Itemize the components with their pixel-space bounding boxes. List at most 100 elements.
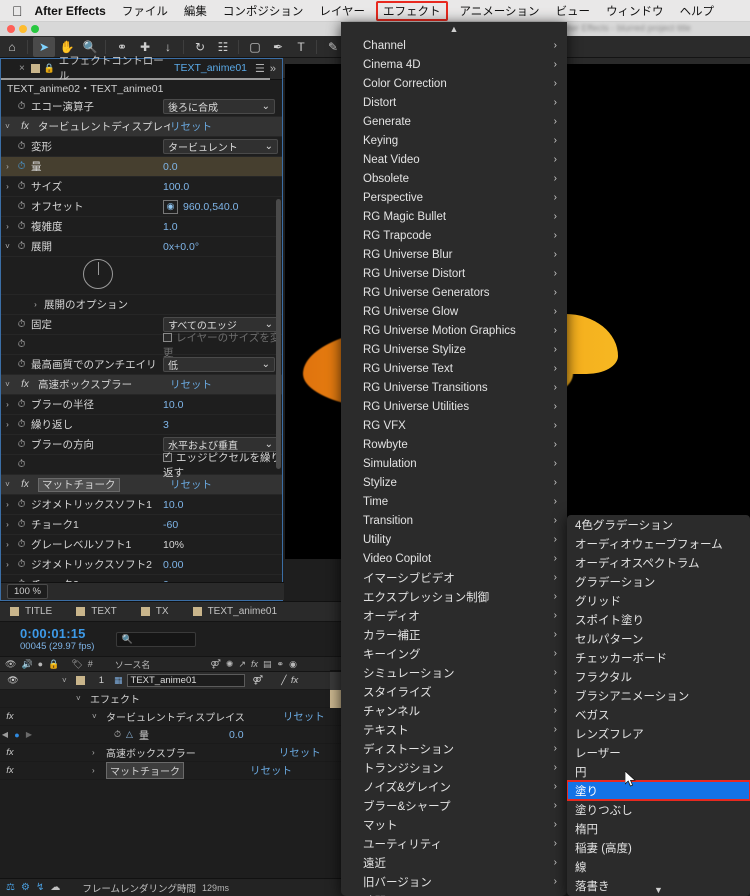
menu-view[interactable]: ビュー <box>556 3 591 19</box>
effects-menu-item[interactable]: RG VFX › <box>341 416 567 435</box>
apple-logo-icon[interactable]:  <box>12 4 23 18</box>
param-value[interactable]: 3 <box>163 419 169 431</box>
checkbox-icon[interactable] <box>163 332 172 342</box>
draw-submenu[interactable]: 4色グラデーション オーディオウェーブフォーム オーディオスペクトラム グラデーション… <box>567 515 750 896</box>
effect-name[interactable]: マットチョーク <box>106 762 184 779</box>
fx-icon[interactable]: fx <box>287 675 303 686</box>
effect-header-row[interactable]: ˅ fx 高速ボックスブラー リセット <box>1 375 282 395</box>
panel-menu-icon[interactable]: ☰ <box>255 62 265 75</box>
param-row[interactable]: › ⏱ 繰り返し 3 <box>1 415 282 435</box>
minimize-window-button[interactable] <box>19 25 27 33</box>
effects-menu-item[interactable]: RG Universe Blur › <box>341 245 567 264</box>
effect-header-row[interactable]: ˅ fx タービュレントディスプレイス リセット <box>1 117 282 137</box>
param-row[interactable]: ⏱ 最高画質でのアンチエイリ 低 ⌄ <box>1 355 282 375</box>
tab-tx[interactable]: TX <box>131 606 183 617</box>
maximize-window-button[interactable] <box>31 25 39 33</box>
stopwatch-icon[interactable]: ⏱ <box>14 319 29 330</box>
effects-menu-item[interactable]: カラー補正 › <box>341 625 567 644</box>
disclosure-arrow[interactable]: › <box>1 560 14 569</box>
stopwatch-icon[interactable]: ⏱ <box>14 101 29 112</box>
param-row[interactable]: ⏱ エッジピクセルを繰り返す <box>1 450 282 479</box>
stopwatch-icon[interactable]: ⏱ <box>114 729 121 740</box>
menu-animation[interactable]: アニメーション <box>460 3 540 19</box>
effects-menu-item[interactable]: Utility › <box>341 530 567 549</box>
effects-menu-item[interactable]: キーイング › <box>341 644 567 663</box>
reset-link[interactable]: リセット <box>170 477 212 492</box>
stopwatch-icon[interactable]: ⏱ <box>14 181 29 192</box>
double-chevron-icon[interactable]: » <box>270 63 282 75</box>
effects-menu-item[interactable]: RG Universe Transitions › <box>341 378 567 397</box>
stopwatch-icon[interactable]: ⏱ <box>14 559 29 570</box>
effects-menu-item[interactable]: イマーシブビデオ › <box>341 568 567 587</box>
search-input[interactable]: 🔍 <box>116 631 197 647</box>
graph-editor-icon[interactable]: ↯ <box>36 882 44 893</box>
disclosure-arrow[interactable]: › <box>1 182 14 191</box>
effects-menu-item[interactable]: シミュレーション › <box>341 663 567 682</box>
stopwatch-icon[interactable]: ⏱ <box>14 459 29 470</box>
text-tool-icon[interactable]: T <box>290 37 312 57</box>
param-value[interactable]: -60 <box>163 519 178 531</box>
reset-link[interactable]: リセット <box>170 377 212 392</box>
effects-menu-item[interactable]: RG Universe Distort › <box>341 264 567 283</box>
stopwatch-icon[interactable]: ⏱ <box>14 141 29 152</box>
stopwatch-icon[interactable]: ⏱ <box>14 439 29 450</box>
effects-menu-item[interactable]: ディストーション › <box>341 739 567 758</box>
checkbox-icon[interactable] <box>163 450 172 462</box>
draw-submenu-item[interactable]: セルパターン <box>567 629 750 648</box>
audio-icon[interactable]: 🔊 <box>21 659 32 670</box>
menu-window[interactable]: ウィンドウ <box>606 3 664 19</box>
scrollbar-thumb[interactable] <box>276 199 281 469</box>
menu-layer[interactable]: レイヤー <box>319 3 365 19</box>
param-value[interactable]: 10.0 <box>163 399 183 411</box>
effect-name[interactable]: マットチョーク <box>38 478 120 492</box>
effects-menu-item[interactable]: ユーティリティ › <box>341 834 567 853</box>
timecode-block[interactable]: 0:00:01:15 00045 (29.97 fps) <box>20 626 94 652</box>
draw-submenu-item[interactable]: グリッド <box>567 591 750 610</box>
effects-menu-item[interactable]: Neat Video › <box>341 150 567 169</box>
param-row[interactable]: ⏱ 変形 タービュレント ⌄ <box>1 137 282 157</box>
label-icon[interactable]: 🏷 <box>71 659 82 670</box>
adjustment-icon[interactable]: ◉ <box>289 659 297 670</box>
param-value[interactable]: 0x+0.0° <box>163 241 199 253</box>
param-row[interactable]: ⏱ エコー演算子 後ろに合成 ⌄ <box>1 97 282 117</box>
param-row[interactable]: › ⏱ ジオメトリックスソフト2 0.00 <box>1 555 282 575</box>
source-name-column-header[interactable]: ソース名 <box>115 658 151 671</box>
draw-submenu-item[interactable]: ブラシアニメーション <box>567 686 750 705</box>
selection-tool-icon[interactable]: ➤ <box>33 36 55 57</box>
prev-keyframe-icon[interactable]: ◀ <box>0 730 10 739</box>
effects-menu-item[interactable]: Transition › <box>341 511 567 530</box>
disclosure-arrow[interactable]: › <box>29 300 42 309</box>
stopwatch-icon[interactable]: ⏱ <box>14 339 29 350</box>
effects-menu-item[interactable]: テキスト › <box>341 720 567 739</box>
effects-menu-item[interactable]: Keying › <box>341 131 567 150</box>
disclosure-arrow[interactable]: ˅ <box>62 676 76 685</box>
param-value[interactable]: 0.0 <box>163 161 178 173</box>
eye-icon[interactable]: 👁 <box>0 675 26 686</box>
effects-menu-item[interactable]: RG Universe Text › <box>341 359 567 378</box>
draw-submenu-item[interactable]: 円 <box>567 762 750 781</box>
param-value[interactable]: 1.0 <box>163 221 178 233</box>
param-group-row[interactable]: › 展開のオプション <box>1 295 282 315</box>
param-dropdown[interactable]: タービュレント ⌄ <box>163 139 278 154</box>
fx-icon[interactable]: fx <box>251 659 258 669</box>
param-row-selected[interactable]: › ⏱ 量 0.0 <box>1 157 282 177</box>
effects-menu-item[interactable]: ブラー&シャープ › <box>341 796 567 815</box>
window-controls[interactable] <box>7 25 39 33</box>
param-dropdown[interactable]: 後ろに合成 ⌄ <box>163 99 275 114</box>
effects-menu-item[interactable]: ノイズ&グレイン › <box>341 777 567 796</box>
stopwatch-icon[interactable]: ⏱ <box>14 399 29 410</box>
draw-submenu-item[interactable]: レンズフレア <box>567 724 750 743</box>
reset-link[interactable]: リセット <box>279 745 321 760</box>
param-row[interactable]: › ⏱ 複雑度 1.0 <box>1 217 282 237</box>
disclosure-arrow[interactable]: › <box>1 540 14 549</box>
reset-link[interactable]: リセット <box>250 763 292 778</box>
disclosure-arrow[interactable]: › <box>1 500 14 509</box>
effects-menu-item[interactable]: スタイライズ › <box>341 682 567 701</box>
motion-blur-icon[interactable]: ⚭ <box>277 659 285 670</box>
eye-icon[interactable]: 👁 <box>5 659 16 670</box>
param-row[interactable]: ⏱ レイヤーのサイズを変更 <box>1 332 282 359</box>
param-row[interactable]: › ⏱ チョーク1 -60 <box>1 515 282 535</box>
solo-icon[interactable]: ● <box>38 659 43 669</box>
draw-submenu-item[interactable]: レーザー <box>567 743 750 762</box>
effects-menu-item[interactable]: Cinema 4D › <box>341 55 567 74</box>
